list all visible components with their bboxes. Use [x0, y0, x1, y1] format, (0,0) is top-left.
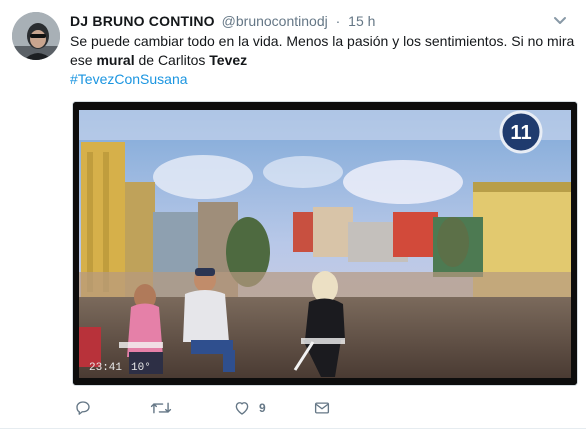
tweet-text-part2: de Carlitos [134, 52, 210, 68]
retweet-icon [150, 402, 172, 414]
retweet-button[interactable] [150, 397, 172, 419]
tweet-card[interactable]: DJ BRUNO CONTINO @brunocontinodj · 15 h … [0, 0, 586, 429]
more-options-chevron-icon[interactable] [551, 14, 569, 28]
hashtag-link[interactable]: #TevezConSusana [70, 70, 188, 89]
separator-dot: · [335, 13, 341, 29]
author-handle[interactable]: @brunocontinodj [222, 13, 328, 29]
reply-icon [76, 401, 90, 415]
author-name[interactable]: DJ BRUNO CONTINO [70, 13, 215, 29]
reply-button[interactable] [74, 397, 92, 419]
tweet-media-video[interactable]: 11 23:41 10° [72, 101, 578, 386]
avatar[interactable] [12, 12, 60, 60]
like-button[interactable]: 9 [233, 397, 266, 419]
tweet-text-bold-mural: mural [96, 52, 135, 68]
tweet-text-bold-tevez: Tevez [209, 52, 248, 68]
tweet-actions: 9 [70, 397, 470, 419]
envelope-icon [314, 402, 330, 414]
tweet-header: DJ BRUNO CONTINO @brunocontinodj · 15 h [70, 11, 375, 31]
tv-screenshot-image: 11 23:41 10° [73, 102, 577, 385]
tweet-text: Se puede cambiar todo en la vida. Menos … [70, 32, 575, 70]
direct-message-button[interactable] [313, 397, 331, 419]
channel-logo-number: 11 [510, 122, 531, 144]
tweet-timestamp[interactable]: 15 h [348, 13, 375, 29]
heart-icon [235, 402, 249, 415]
overlay-temperature: 10° [131, 362, 151, 374]
avatar-image [12, 12, 60, 60]
overlay-time: 23:41 [89, 362, 122, 374]
like-count: 9 [259, 401, 266, 415]
